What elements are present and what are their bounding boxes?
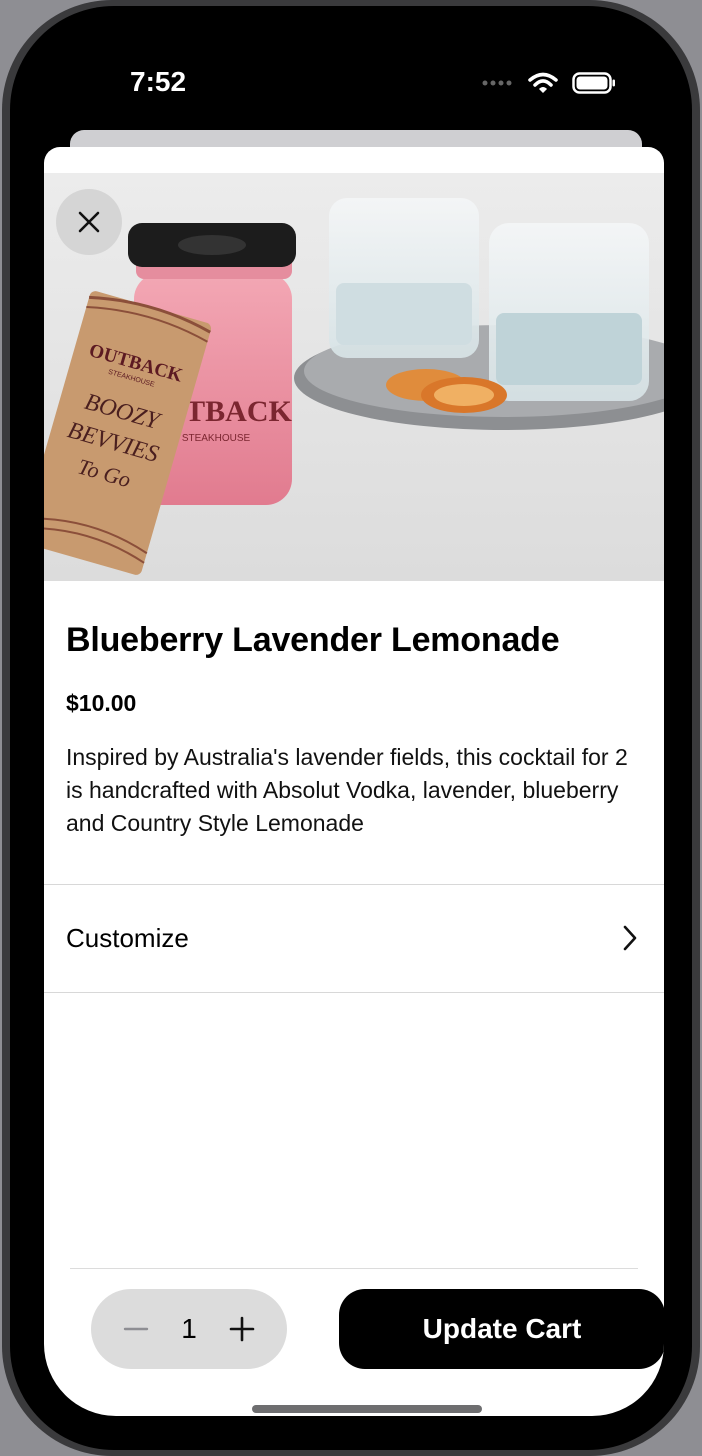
customize-row[interactable]: Customize bbox=[44, 884, 664, 992]
update-cart-button[interactable]: Update Cart bbox=[339, 1289, 664, 1369]
customize-label: Customize bbox=[66, 922, 189, 953]
quantity-stepper: 1 bbox=[91, 1289, 287, 1369]
product-sheet: OUTBACK STEAKHOUSE OUTBACK STEAKHOUSE BO… bbox=[44, 147, 664, 1416]
close-icon bbox=[78, 211, 100, 233]
status-time: 7:52 bbox=[130, 66, 187, 97]
close-button[interactable] bbox=[56, 189, 122, 255]
divider bbox=[44, 992, 664, 993]
battery-icon bbox=[572, 72, 615, 94]
minus-icon[interactable] bbox=[123, 1316, 149, 1342]
wifi-icon bbox=[528, 72, 558, 93]
chevron-right-icon bbox=[623, 925, 637, 951]
plus-icon[interactable] bbox=[229, 1316, 255, 1342]
status-icons bbox=[482, 72, 616, 94]
home-indicator bbox=[252, 1405, 482, 1413]
device-frame: 7:52 OUTBACK STEAKHOUSE OUTBACK STEAKHOU… bbox=[2, 0, 700, 1456]
product-price: $10.00 bbox=[66, 690, 137, 716]
jar-sub-text: STEAKHOUSE bbox=[182, 433, 251, 444]
product-image: OUTBACK STEAKHOUSE OUTBACK STEAKHOUSE BO… bbox=[44, 173, 664, 581]
quantity-value: 1 bbox=[181, 1313, 197, 1344]
product-details: Blueberry Lavender Lemonade $10.00 Inspi… bbox=[66, 621, 642, 840]
screen: 7:52 OUTBACK STEAKHOUSE OUTBACK STEAKHOU… bbox=[28, 22, 674, 1434]
device-bezel: 7:52 OUTBACK STEAKHOUSE OUTBACK STEAKHOU… bbox=[10, 6, 692, 1450]
cellular-dots-icon bbox=[482, 80, 512, 86]
footer-divider bbox=[70, 1268, 638, 1269]
product-description: Inspired by Australia's lavender fields,… bbox=[66, 744, 628, 836]
product-title: Blueberry Lavender Lemonade bbox=[66, 621, 560, 659]
